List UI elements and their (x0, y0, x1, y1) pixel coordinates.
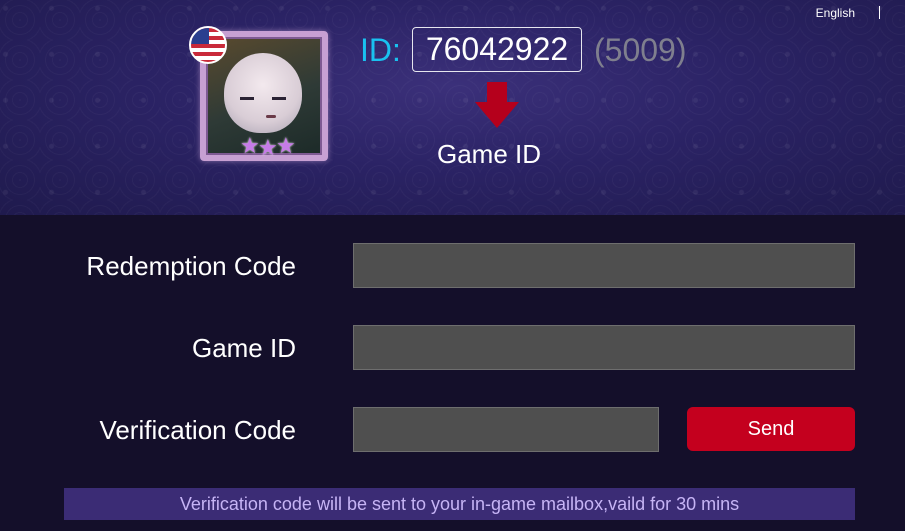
verification-code-label: Verification Code (99, 415, 296, 445)
star-icon: ★ (276, 133, 296, 158)
send-button[interactable]: Send (687, 407, 855, 451)
player-id-display: 76042922 (412, 27, 582, 72)
language-divider (879, 6, 880, 19)
header-banner: English ★ ★ ★ ID: 76042922 (5009) Game I… (0, 0, 905, 215)
id-prefix: ID: (360, 32, 401, 68)
avatar-mouth (266, 115, 276, 118)
redemption-page: English ★ ★ ★ ID: 76042922 (5009) Game I… (0, 0, 905, 531)
redemption-code-label: Redemption Code (86, 251, 296, 281)
zone-id: (5009) (594, 32, 687, 68)
avatar-face (224, 53, 302, 133)
flag-canton (191, 28, 209, 44)
avatar-left-eye (240, 97, 254, 100)
game-id-label: Game ID (191, 333, 296, 363)
star-icon: ★ (258, 135, 278, 160)
language-selector[interactable]: English (816, 6, 855, 20)
verification-code-input[interactable] (353, 407, 659, 452)
redemption-code-input[interactable] (353, 243, 855, 288)
avatar-right-eye (272, 97, 286, 100)
verification-notice: Verification code will be sent to your i… (64, 488, 855, 520)
star-icon: ★ (240, 133, 260, 158)
arrow-down-icon (475, 82, 519, 128)
us-flag-icon (189, 26, 227, 64)
game-id-input[interactable] (353, 325, 855, 370)
game-id-caption: Game ID (437, 139, 542, 169)
